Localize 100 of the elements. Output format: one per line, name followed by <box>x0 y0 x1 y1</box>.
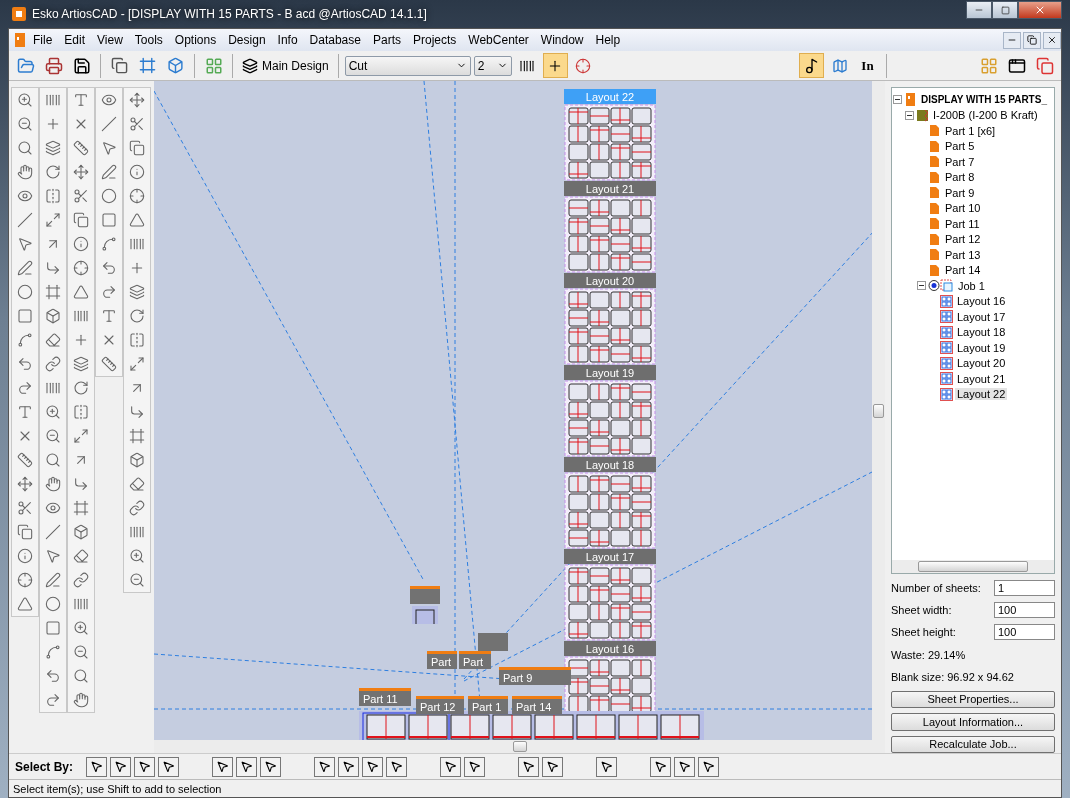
maximize-button[interactable] <box>992 1 1018 19</box>
tree-item[interactable]: Layout 20 <box>955 357 1008 370</box>
menu-item[interactable]: Edit <box>58 31 92 49</box>
input-field[interactable]: 100 <box>994 602 1055 618</box>
panel-button[interactable]: Sheet Properties... <box>891 690 1055 709</box>
pen-dropdown[interactable]: 2 <box>473 55 512 76</box>
horizontal-scrollbar[interactable] <box>892 559 1054 573</box>
menu-item[interactable]: View <box>91 31 129 49</box>
layout-label[interactable]: Layout 20 <box>564 273 656 288</box>
menu-item[interactable]: Parts <box>366 31 407 49</box>
menu-item[interactable]: Projects <box>406 31 463 49</box>
layout-label[interactable]: Layout 21 <box>564 181 656 196</box>
menu-item[interactable]: Window <box>534 31 590 49</box>
collapse-icon[interactable] <box>893 95 902 105</box>
tree-item[interactable]: Part 1 [x6] <box>943 124 998 137</box>
tree-item[interactable]: Part 13 <box>943 248 983 261</box>
select-mode-button[interactable] <box>440 756 462 777</box>
pointer-icon <box>342 760 356 773</box>
pointer-icon <box>546 760 560 773</box>
select-mode-button[interactable] <box>650 756 672 777</box>
select-mode-button[interactable] <box>464 756 486 777</box>
part-label[interactable]: Part <box>427 651 457 669</box>
select-mode-button[interactable] <box>260 756 282 777</box>
input-field[interactable]: 1 <box>994 579 1055 596</box>
tree-item[interactable]: Part 12 <box>943 233 983 246</box>
menu-item[interactable]: Tools <box>128 31 169 49</box>
select-mode-button[interactable] <box>212 756 234 777</box>
vertical-scrollbar[interactable] <box>872 81 885 740</box>
tree-item[interactable]: Part 11 <box>943 217 982 230</box>
select-mode-button[interactable] <box>698 756 720 777</box>
part-label[interactable]: Part 14 <box>512 696 562 714</box>
select-mode-button[interactable] <box>596 756 618 777</box>
corner-arrow-icon <box>45 260 61 276</box>
tree-item[interactable]: Layout 17 <box>955 310 1008 323</box>
crosshair-icon <box>575 57 592 74</box>
select-mode-button[interactable] <box>518 756 540 777</box>
main-design-button[interactable]: Main Design <box>239 53 332 78</box>
circle-icon <box>17 284 33 300</box>
select-mode-button[interactable] <box>386 756 408 777</box>
tree-item[interactable]: Part 7 <box>943 155 977 168</box>
tree-item[interactable]: Part 10 <box>943 202 983 215</box>
tree-item[interactable]: Layout 22 <box>955 388 1008 401</box>
tree-item[interactable]: Part 14 <box>943 264 983 277</box>
tree-item[interactable]: DISPLAY WITH 15 PARTS_ <box>919 94 1049 106</box>
part-label[interactable]: Part 12 <box>416 696 464 714</box>
layout-label[interactable]: Layout 16 <box>564 641 656 656</box>
horizontal-scrollbar[interactable] <box>154 740 885 753</box>
menu-item[interactable]: Info <box>271 31 304 49</box>
drawing-canvas[interactable]: Layout 22 Layout 21 Layout 20 Layout 19 Layout 18 Layout 17 Layout 16 Part Part Part 9 Part 11 Part 12 Part 1 Part 14 <box>154 81 872 740</box>
part-label[interactable]: Part 1 <box>468 696 508 714</box>
minimize-button[interactable] <box>966 1 992 19</box>
tree-item[interactable]: Job 1 <box>956 279 987 292</box>
part-label[interactable]: Part 11 <box>359 688 411 706</box>
panel-button[interactable]: Recalculate Job... <box>891 735 1055 753</box>
tree-item[interactable]: Layout 16 <box>955 295 1008 308</box>
menu-item[interactable]: Database <box>303 31 367 49</box>
panel-button[interactable]: Layout Information... <box>891 713 1055 731</box>
select-mode-button[interactable] <box>542 756 564 777</box>
select-mode-button[interactable] <box>158 756 180 777</box>
part-label[interactable]: Part 9 <box>499 667 571 685</box>
status-text: Select item(s); use Shift to add to selection <box>13 782 222 795</box>
menu-item[interactable]: Options <box>168 31 223 49</box>
menu-item[interactable]: Help <box>589 31 627 49</box>
select-mode-button[interactable] <box>314 756 336 777</box>
line-type-dropdown[interactable]: Cut <box>344 55 471 76</box>
barcode-icon <box>73 596 89 612</box>
collapse-icon[interactable] <box>917 281 926 291</box>
select-mode-button[interactable] <box>674 756 696 777</box>
field-label: Sheet width: <box>891 604 952 616</box>
select-mode-button[interactable] <box>362 756 384 777</box>
select-mode-button[interactable] <box>86 756 108 777</box>
tool-button[interactable] <box>799 53 824 78</box>
menu-item[interactable]: File <box>27 31 59 49</box>
collapse-icon[interactable] <box>905 110 914 120</box>
select-mode-button[interactable] <box>236 756 258 777</box>
layout-label[interactable]: Layout 19 <box>564 365 656 380</box>
menu-item[interactable]: WebCenter <box>462 31 535 49</box>
restore-button[interactable] <box>1023 31 1041 49</box>
units-button[interactable]: In <box>855 53 880 78</box>
info-text: Blank size: 96.92 x 94.62 <box>891 670 1015 686</box>
tree-item[interactable]: Layout 21 <box>955 372 1008 385</box>
layout-label[interactable]: Layout 17 <box>564 549 656 564</box>
close-button[interactable] <box>1043 31 1061 49</box>
part-label[interactable]: Part <box>459 651 491 669</box>
menu-item[interactable]: Design <box>222 31 272 49</box>
select-mode-button[interactable] <box>110 756 132 777</box>
board-icon <box>916 108 929 122</box>
tree-item[interactable]: Part 8 <box>943 171 977 184</box>
pointer-icon <box>240 760 254 773</box>
tree-item[interactable]: I-200B (I-200 B Kraft) <box>931 109 1040 122</box>
select-mode-button[interactable] <box>134 756 156 777</box>
layout-grid-icon <box>940 310 953 324</box>
tree-item[interactable]: Part 9 <box>943 186 977 199</box>
tree-item[interactable]: Layout 19 <box>955 341 1008 354</box>
layout-label[interactable]: Layout 18 <box>564 457 656 472</box>
select-mode-button[interactable] <box>338 756 360 777</box>
tree-item[interactable]: Part 5 <box>943 140 977 153</box>
copy-icon <box>17 524 33 540</box>
tree-item[interactable]: Layout 18 <box>955 326 1008 339</box>
input-field[interactable]: 100 <box>994 624 1055 641</box>
